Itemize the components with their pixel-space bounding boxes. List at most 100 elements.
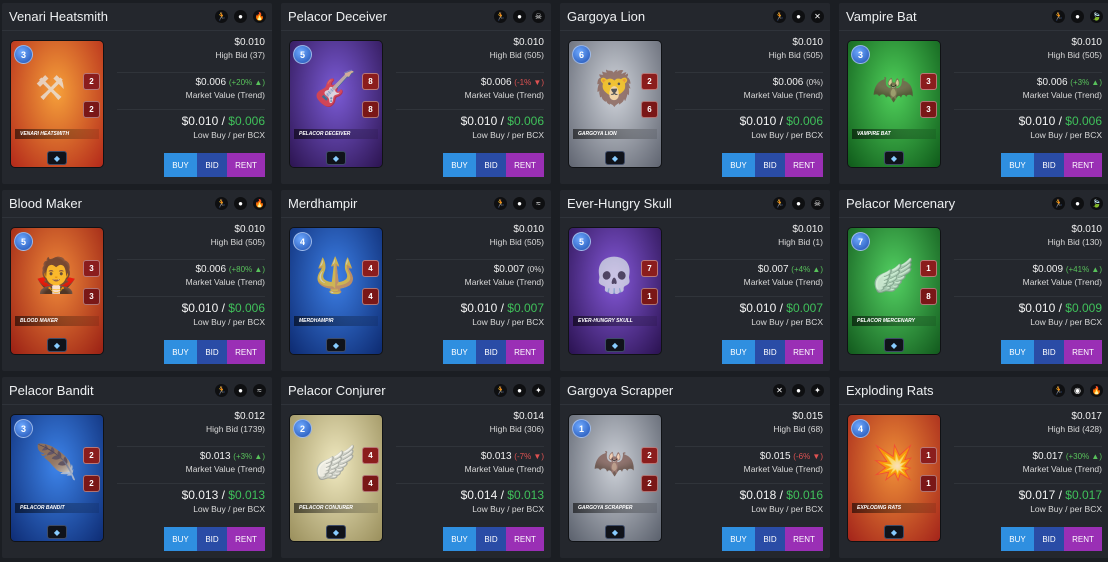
card-title[interactable]: Pelacor Conjurer xyxy=(288,383,494,398)
market-value-label: Market Value (Trend) xyxy=(185,90,265,100)
bid-button[interactable]: BID xyxy=(755,153,785,177)
bid-button[interactable]: BID xyxy=(1034,340,1064,364)
market-value: $0.006 xyxy=(195,264,227,275)
rent-button[interactable]: RENT xyxy=(227,527,265,551)
rent-button[interactable]: RENT xyxy=(506,153,544,177)
health-badge: 8 xyxy=(362,101,379,118)
card-title[interactable]: Pelacor Mercenary xyxy=(846,196,1052,211)
bid-button[interactable]: BID xyxy=(476,527,506,551)
shield-icon: ● xyxy=(792,10,805,23)
card-image[interactable]: 🪶 3 2 2 PELACOR BANDIT ◆ xyxy=(11,415,103,541)
card-image[interactable]: 🦇 1 2 2 GARGOYA SCRAPPER ◆ xyxy=(569,415,661,541)
card-title[interactable]: Merdhampir xyxy=(288,196,494,211)
card-title[interactable]: Pelacor Bandit xyxy=(9,383,215,398)
health-badge: 3 xyxy=(83,288,100,305)
buy-button[interactable]: BUY xyxy=(1001,153,1034,177)
card-title[interactable]: Gargoya Scrapper xyxy=(567,383,773,398)
health-badge: 6 xyxy=(641,101,658,118)
card-image[interactable]: ⚒ 3 2 2 VENARI HEATSMITH ◆ xyxy=(11,41,103,167)
card-stat-icons: 🏃 ● ☠ xyxy=(773,197,824,210)
buy-button[interactable]: BUY xyxy=(1001,340,1034,364)
bid-button[interactable]: BID xyxy=(755,340,785,364)
card-title[interactable]: Exploding Rats xyxy=(846,383,1052,398)
card-image[interactable]: 🦁 6 2 6 GARGOYA LION ◆ xyxy=(569,41,661,167)
mana-badge: 4 xyxy=(851,419,870,438)
card-art-label: PELACOR BANDIT xyxy=(15,503,99,513)
bid-button[interactable]: BID xyxy=(476,153,506,177)
card-listing[interactable]: Merdhampir 🏃 ● ≈ 🔱 4 4 4 MERDHAMPIR ◆ $0.0… xyxy=(281,190,551,371)
buy-button[interactable]: BUY xyxy=(164,527,197,551)
health-badge: 3 xyxy=(920,101,937,118)
buy-button[interactable]: BUY xyxy=(164,153,197,177)
card-listing[interactable]: Gargoya Lion 🏃 ● ✕ 🦁 6 2 6 GARGOYA LION ◆ … xyxy=(560,3,830,184)
card-title[interactable]: Gargoya Lion xyxy=(567,9,773,24)
card-listing[interactable]: Ever-Hungry Skull 🏃 ● ☠ 💀 5 7 1 EVER-HUNGR… xyxy=(560,190,830,371)
card-listing[interactable]: Pelacor Conjurer 🏃 ● ✦ 🪽 2 4 4 PELACOR CON… xyxy=(281,377,551,558)
bid-button[interactable]: BID xyxy=(197,527,227,551)
rent-button[interactable]: RENT xyxy=(785,340,823,364)
card-listing[interactable]: Pelacor Mercenary 🏃 ● 🍃 🪽 7 1 8 PELACOR ME… xyxy=(839,190,1108,371)
buy-button[interactable]: BUY xyxy=(443,340,476,364)
bid-button[interactable]: BID xyxy=(1034,527,1064,551)
bid-button[interactable]: BID xyxy=(197,340,227,364)
market-value: $0.009 xyxy=(1032,264,1064,275)
bid-button[interactable]: BID xyxy=(755,527,785,551)
card-listing[interactable]: Pelacor Deceiver 🏃 ● ☠ 🎸 5 8 8 PELACOR DEC… xyxy=(281,3,551,184)
card-title[interactable]: Venari Heatsmith xyxy=(9,9,215,24)
card-title[interactable]: Blood Maker xyxy=(9,196,215,211)
bid-button[interactable]: BID xyxy=(476,340,506,364)
card-listing[interactable]: Pelacor Bandit 🏃 ● ≈ 🪶 3 2 2 PELACOR BANDI… xyxy=(2,377,272,558)
card-listing[interactable]: Exploding Rats 🏃 ◉ 🔥 💥 4 1 1 EXPLODING RAT… xyxy=(839,377,1108,558)
attack-badge: 7 xyxy=(641,260,658,277)
current-price: $0.010 xyxy=(234,37,265,48)
mana-badge: 4 xyxy=(293,232,312,251)
buy-button[interactable]: BUY xyxy=(164,340,197,364)
card-image[interactable]: 🪽 7 1 8 PELACOR MERCENARY ◆ xyxy=(848,228,940,354)
card-image[interactable]: 🧛 5 3 3 BLOOD MAKER ◆ xyxy=(11,228,103,354)
price-panel: $0.012 High Bid (1739) $0.013 (+3% ▲) Ma… xyxy=(117,410,265,521)
buy-button[interactable]: BUY xyxy=(443,153,476,177)
rent-button[interactable]: RENT xyxy=(1064,340,1102,364)
card-image[interactable]: 💀 5 7 1 EVER-HUNGRY SKULL ◆ xyxy=(569,228,661,354)
card-title[interactable]: Pelacor Deceiver xyxy=(288,9,494,24)
bid-button[interactable]: BID xyxy=(197,153,227,177)
card-art-icon: ⚒ xyxy=(35,70,66,108)
rent-button[interactable]: RENT xyxy=(1064,527,1102,551)
buy-button[interactable]: BUY xyxy=(722,153,755,177)
mana-badge: 2 xyxy=(293,419,312,438)
rent-button[interactable]: RENT xyxy=(785,527,823,551)
card-listing[interactable]: Gargoya Scrapper ✕ ● ✦ 🦇 1 2 2 GARGOYA SCR… xyxy=(560,377,830,558)
card-listing[interactable]: Blood Maker 🏃 ● 🔥 🧛 5 3 3 BLOOD MAKER ◆ $0… xyxy=(2,190,272,371)
card-image[interactable]: 🪽 2 4 4 PELACOR CONJURER ◆ xyxy=(290,415,382,541)
card-image[interactable]: 💥 4 1 1 EXPLODING RATS ◆ xyxy=(848,415,940,541)
buy-button[interactable]: BUY xyxy=(722,527,755,551)
rent-button[interactable]: RENT xyxy=(227,340,265,364)
card-listing[interactable]: Vampire Bat 🏃 ● 🍃 🦇 3 3 3 VAMPIRE BAT ◆ $0… xyxy=(839,3,1108,184)
rent-button[interactable]: RENT xyxy=(506,527,544,551)
health-badge: 1 xyxy=(641,288,658,305)
card-listing[interactable]: Venari Heatsmith 🏃 ● 🔥 ⚒ 3 2 2 VENARI HEAT… xyxy=(2,3,272,184)
current-price: $0.010 xyxy=(1071,37,1102,48)
runner-icon: 🏃 xyxy=(773,10,786,23)
neutral-icon: ✕ xyxy=(773,384,786,397)
card-image[interactable]: 🦇 3 3 3 VAMPIRE BAT ◆ xyxy=(848,41,940,167)
card-art-label: PELACOR CONJURER xyxy=(294,503,378,513)
bid-button[interactable]: BID xyxy=(1034,153,1064,177)
card-image[interactable]: 🔱 4 4 4 MERDHAMPIR ◆ xyxy=(290,228,382,354)
card-title[interactable]: Vampire Bat xyxy=(846,9,1052,24)
trend-badge: (+30% ▲) xyxy=(1065,452,1102,461)
card-stat-icons: 🏃 ● ✕ xyxy=(773,10,824,23)
buy-button[interactable]: BUY xyxy=(443,527,476,551)
rent-button[interactable]: RENT xyxy=(227,153,265,177)
card-header: Gargoya Scrapper ✕ ● ✦ xyxy=(560,377,830,405)
runner-icon: 🏃 xyxy=(215,197,228,210)
rent-button[interactable]: RENT xyxy=(1064,153,1102,177)
shield-icon: ● xyxy=(792,384,805,397)
buy-button[interactable]: BUY xyxy=(1001,527,1034,551)
rent-button[interactable]: RENT xyxy=(506,340,544,364)
buy-button[interactable]: BUY xyxy=(722,340,755,364)
card-title[interactable]: Ever-Hungry Skull xyxy=(567,196,773,211)
market-value: $0.007 xyxy=(493,264,525,275)
rent-button[interactable]: RENT xyxy=(785,153,823,177)
card-image[interactable]: 🎸 5 8 8 PELACOR DECEIVER ◆ xyxy=(290,41,382,167)
